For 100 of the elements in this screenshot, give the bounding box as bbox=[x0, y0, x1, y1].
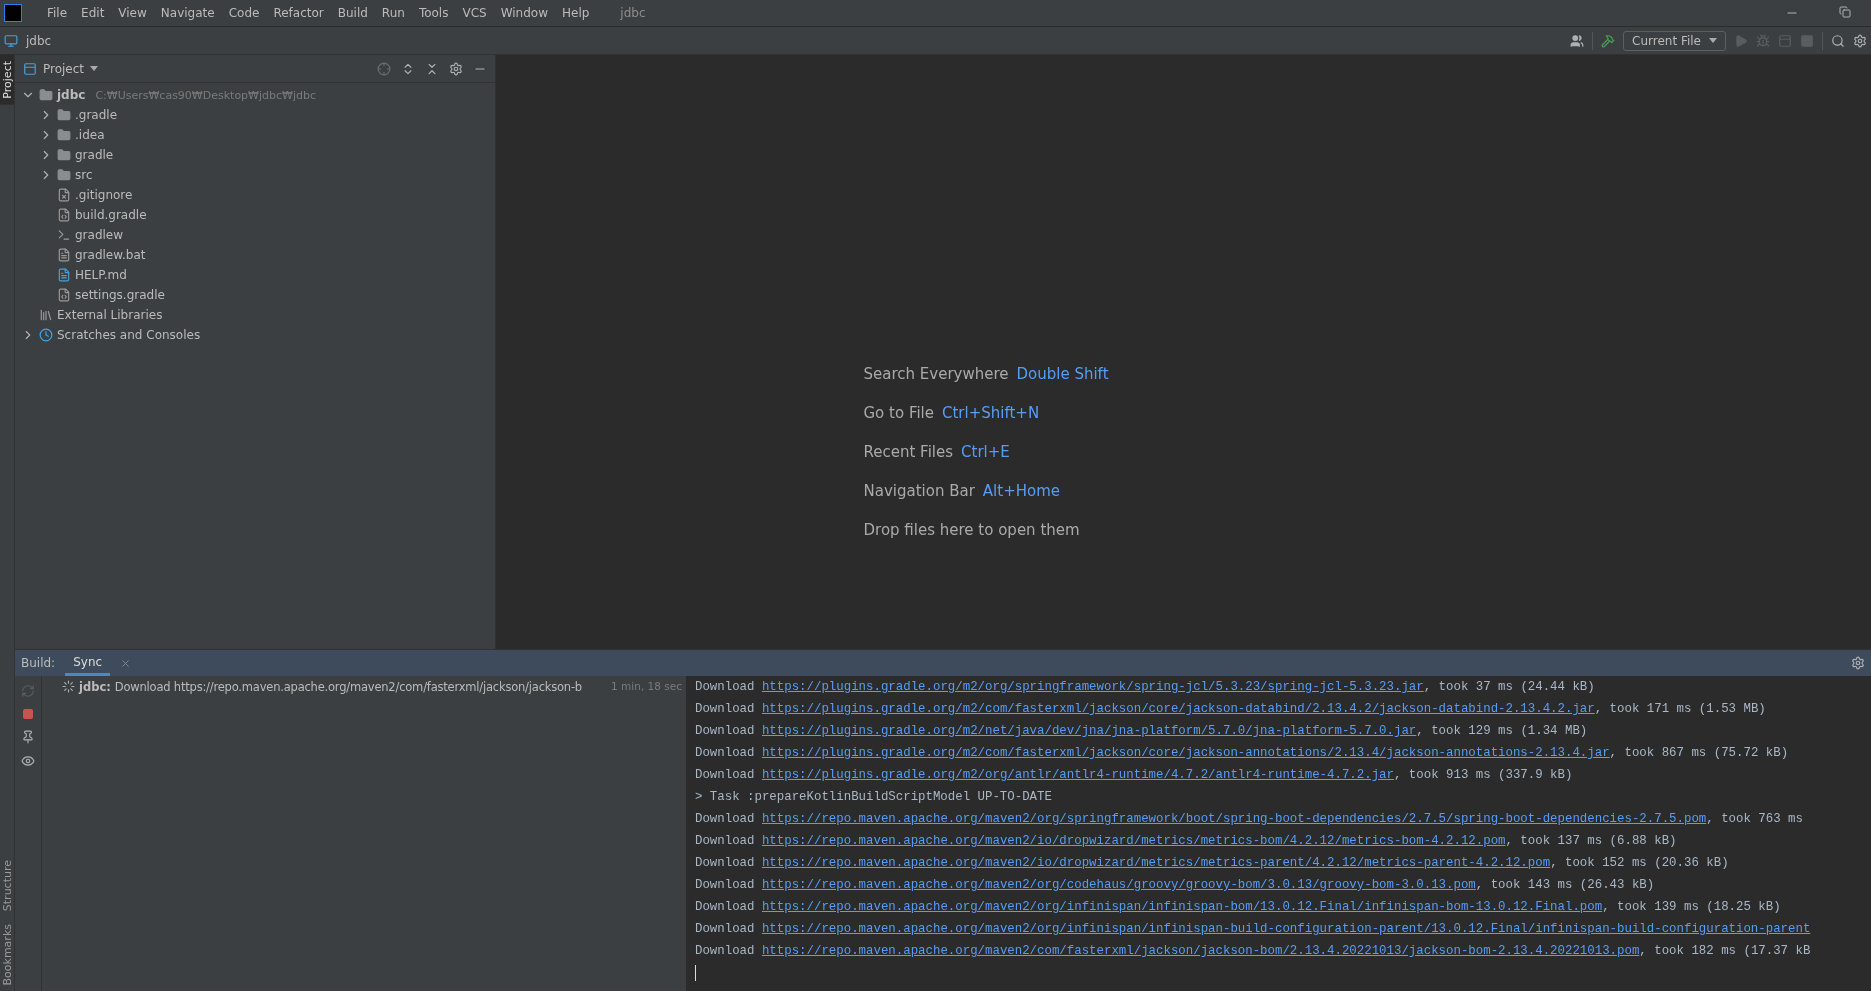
hammer-icon[interactable] bbox=[1601, 33, 1616, 48]
tree-item[interactable]: build.gradle bbox=[75, 208, 147, 222]
menu-item[interactable]: Navigate bbox=[153, 6, 222, 20]
close-icon[interactable] bbox=[120, 657, 132, 669]
shortcut-text: Ctrl+Shift+N bbox=[942, 404, 1040, 422]
settings-icon[interactable] bbox=[1853, 33, 1867, 48]
download-link[interactable]: https://repo.maven.apache.org/maven2/io/dropwizard/metrics/metrics-bom/4.2.12/metrics-bom-4.2.12.pom bbox=[761, 830, 1506, 852]
tree-item[interactable]: .gitignore bbox=[75, 188, 133, 202]
console-text: Download bbox=[695, 679, 755, 696]
spinner-icon bbox=[62, 680, 75, 693]
console-text: Download bbox=[695, 921, 755, 938]
menu-item[interactable]: Help bbox=[555, 6, 597, 20]
tree-item[interactable]: settings.gradle bbox=[75, 288, 165, 302]
download-link[interactable]: https://repo.maven.apache.org/maven2/org/infinispan/infinispan-build-configuration-parent/13.0.12.Final/infinispan-build-configuration-parent bbox=[761, 918, 1811, 940]
console-text: Download bbox=[695, 723, 755, 740]
tool-window-tab[interactable]: Structure bbox=[0, 854, 14, 918]
hint-text: Go to File bbox=[863, 404, 934, 422]
tree-item[interactable]: jdbc bbox=[57, 88, 86, 102]
file-icon bbox=[57, 188, 71, 202]
shortcut-text: Double Shift bbox=[1016, 365, 1109, 383]
tree-item[interactable]: src bbox=[75, 168, 93, 182]
menu-item[interactable]: File bbox=[40, 6, 75, 20]
download-link[interactable]: https://repo.maven.apache.org/maven2/com/fasterxml/jackson/jackson-bom/2.13.4.20221013/jackson-bom-2.13.4.20221013.pom bbox=[761, 940, 1640, 962]
download-link[interactable]: https://plugins.gradle.org/m2/com/fasterxml/jackson/core/jackson-annotations/2.13.4/jackson-annotations-2.13.4.jar bbox=[761, 742, 1610, 764]
task-message[interactable]: Download https://repo.maven.apache.org/maven2/com/fasterxml/jackson/jackson-b bbox=[114, 680, 582, 694]
console-text: Download bbox=[695, 833, 755, 850]
tree-item[interactable]: gradle bbox=[75, 148, 114, 162]
download-link[interactable]: https://plugins.gradle.org/m2/net/java/dev/jna/jna-platform/5.7.0/jna-platform-5.7.0.jar bbox=[761, 720, 1417, 742]
tree-item[interactable]: Scratches and Consoles bbox=[57, 328, 201, 342]
download-link[interactable]: https://plugins.gradle.org/m2/org/antlr/antlr4-runtime/4.7.2/antlr4-runtime-4.7.2.jar bbox=[761, 764, 1394, 786]
collapse-all-icon[interactable] bbox=[425, 61, 439, 76]
console-line: > Task :prepareKotlinBuildScriptModel UP-TO-DATE bbox=[695, 789, 1052, 806]
folder-icon bbox=[39, 88, 53, 102]
eye-icon[interactable] bbox=[21, 754, 35, 768]
folder-icon bbox=[57, 168, 71, 182]
breadcrumb[interactable]: jdbc bbox=[26, 33, 52, 48]
menu-item[interactable]: Edit bbox=[74, 6, 112, 20]
menu-item[interactable]: Run bbox=[374, 6, 412, 20]
console-text: Download bbox=[695, 767, 755, 784]
tool-window-tab[interactable]: Project bbox=[0, 55, 14, 105]
text-file-icon bbox=[57, 248, 71, 262]
tree-item[interactable]: External Libraries bbox=[57, 308, 163, 322]
restore-icon[interactable] bbox=[1839, 6, 1851, 18]
menu-item[interactable]: Tools bbox=[411, 6, 456, 20]
menu-item[interactable]: Window bbox=[493, 6, 555, 20]
console-text: , took 763 ms bbox=[1706, 811, 1803, 828]
tree-item[interactable]: .gradle bbox=[75, 108, 118, 122]
console-text: , took 129 ms (1.34 MB) bbox=[1416, 723, 1588, 740]
menu-item[interactable]: VCS bbox=[455, 6, 494, 20]
settings-icon[interactable] bbox=[449, 61, 463, 76]
console-text: Download bbox=[695, 855, 755, 872]
download-link[interactable]: https://repo.maven.apache.org/maven2/org/infinispan/infinispan-bom/13.0.12.Final/infinispan-bom-13.0.12.Final.pom bbox=[761, 896, 1603, 918]
path-text: C:₩Users₩cas90₩Desktop₩jdbc₩jdbc bbox=[95, 88, 316, 102]
library-icon bbox=[39, 308, 53, 322]
menu-item[interactable]: Build bbox=[330, 6, 375, 20]
download-link[interactable]: https://repo.maven.apache.org/maven2/org/codehaus/groovy/groovy-bom/3.0.13/groovy-bom-3.0.13.pom bbox=[761, 874, 1476, 896]
project-view-icon bbox=[23, 61, 37, 76]
terminal-icon bbox=[57, 228, 71, 242]
text-cursor bbox=[695, 965, 696, 981]
menu-item[interactable]: Code bbox=[221, 6, 267, 20]
tree-item[interactable]: .idea bbox=[75, 128, 105, 142]
task-name: jdbc: bbox=[79, 680, 111, 694]
pin-icon[interactable] bbox=[21, 730, 35, 744]
download-link[interactable]: https://plugins.gradle.org/m2/com/fasterxml/jackson/core/jackson-databind/2.13.4.2/jackson-databind-2.13.4.2.jar bbox=[761, 698, 1595, 720]
users-icon[interactable] bbox=[1570, 33, 1585, 48]
hint-text: Search Everywhere bbox=[863, 365, 1009, 383]
console-text: , took 152 ms (20.36 kB) bbox=[1550, 855, 1729, 872]
folder-icon bbox=[57, 108, 71, 122]
console-text: Download bbox=[695, 943, 755, 960]
console-text: , took 139 ms (18.25 kB) bbox=[1602, 899, 1781, 916]
console-text: Download bbox=[695, 811, 755, 828]
download-link[interactable]: https://repo.maven.apache.org/maven2/io/dropwizard/metrics/metrics-parent/4.2.12/metrics-parent-4.2.12.pom bbox=[761, 852, 1551, 874]
tool-window-tab[interactable]: Bookmarks bbox=[0, 917, 14, 991]
console-text: , took 137 ms (6.88 kB) bbox=[1505, 833, 1677, 850]
panel-label: Build: bbox=[21, 656, 56, 670]
shortcut-text: Alt+Home bbox=[982, 482, 1060, 500]
tree-item[interactable]: HELP.md bbox=[75, 268, 127, 282]
run-config-dropdown[interactable]: Current File bbox=[1623, 30, 1726, 51]
console-text: Download bbox=[695, 745, 755, 762]
panel-title[interactable]: Project bbox=[43, 61, 85, 76]
hint-text: Recent Files bbox=[863, 443, 954, 461]
tree-item[interactable]: gradlew.bat bbox=[75, 248, 146, 262]
tree-item[interactable]: gradlew bbox=[75, 228, 124, 242]
menu-item[interactable]: View bbox=[111, 6, 154, 20]
stop-icon[interactable] bbox=[22, 708, 34, 720]
console-text: , took 171 ms (1.53 MB) bbox=[1594, 701, 1766, 718]
shortcut-text: Ctrl+E bbox=[961, 443, 1010, 461]
window-title: jdbc bbox=[620, 6, 646, 20]
scratches-icon bbox=[39, 328, 53, 342]
settings-icon[interactable] bbox=[1851, 656, 1865, 670]
console-text: , took 143 ms (26.43 kB) bbox=[1475, 877, 1655, 894]
hint-text: Navigation Bar bbox=[863, 482, 975, 500]
search-icon[interactable] bbox=[1831, 33, 1845, 48]
download-link[interactable]: https://plugins.gradle.org/m2/org/springframework/spring-jcl/5.3.23/spring-jcl-5.3.23.jar bbox=[761, 676, 1424, 698]
console-text: Download bbox=[695, 877, 755, 894]
build-tab[interactable]: Sync bbox=[65, 650, 111, 676]
folder-icon bbox=[57, 128, 71, 142]
console-text: , took 913 ms (337.9 kB) bbox=[1393, 767, 1573, 784]
menu-item[interactable]: Refactor bbox=[266, 6, 331, 20]
download-link[interactable]: https://repo.maven.apache.org/maven2/org/springframework/boot/spring-boot-dependencies/2.7.5/spring-boot-dependencies-2.7.5.pom bbox=[761, 808, 1707, 830]
